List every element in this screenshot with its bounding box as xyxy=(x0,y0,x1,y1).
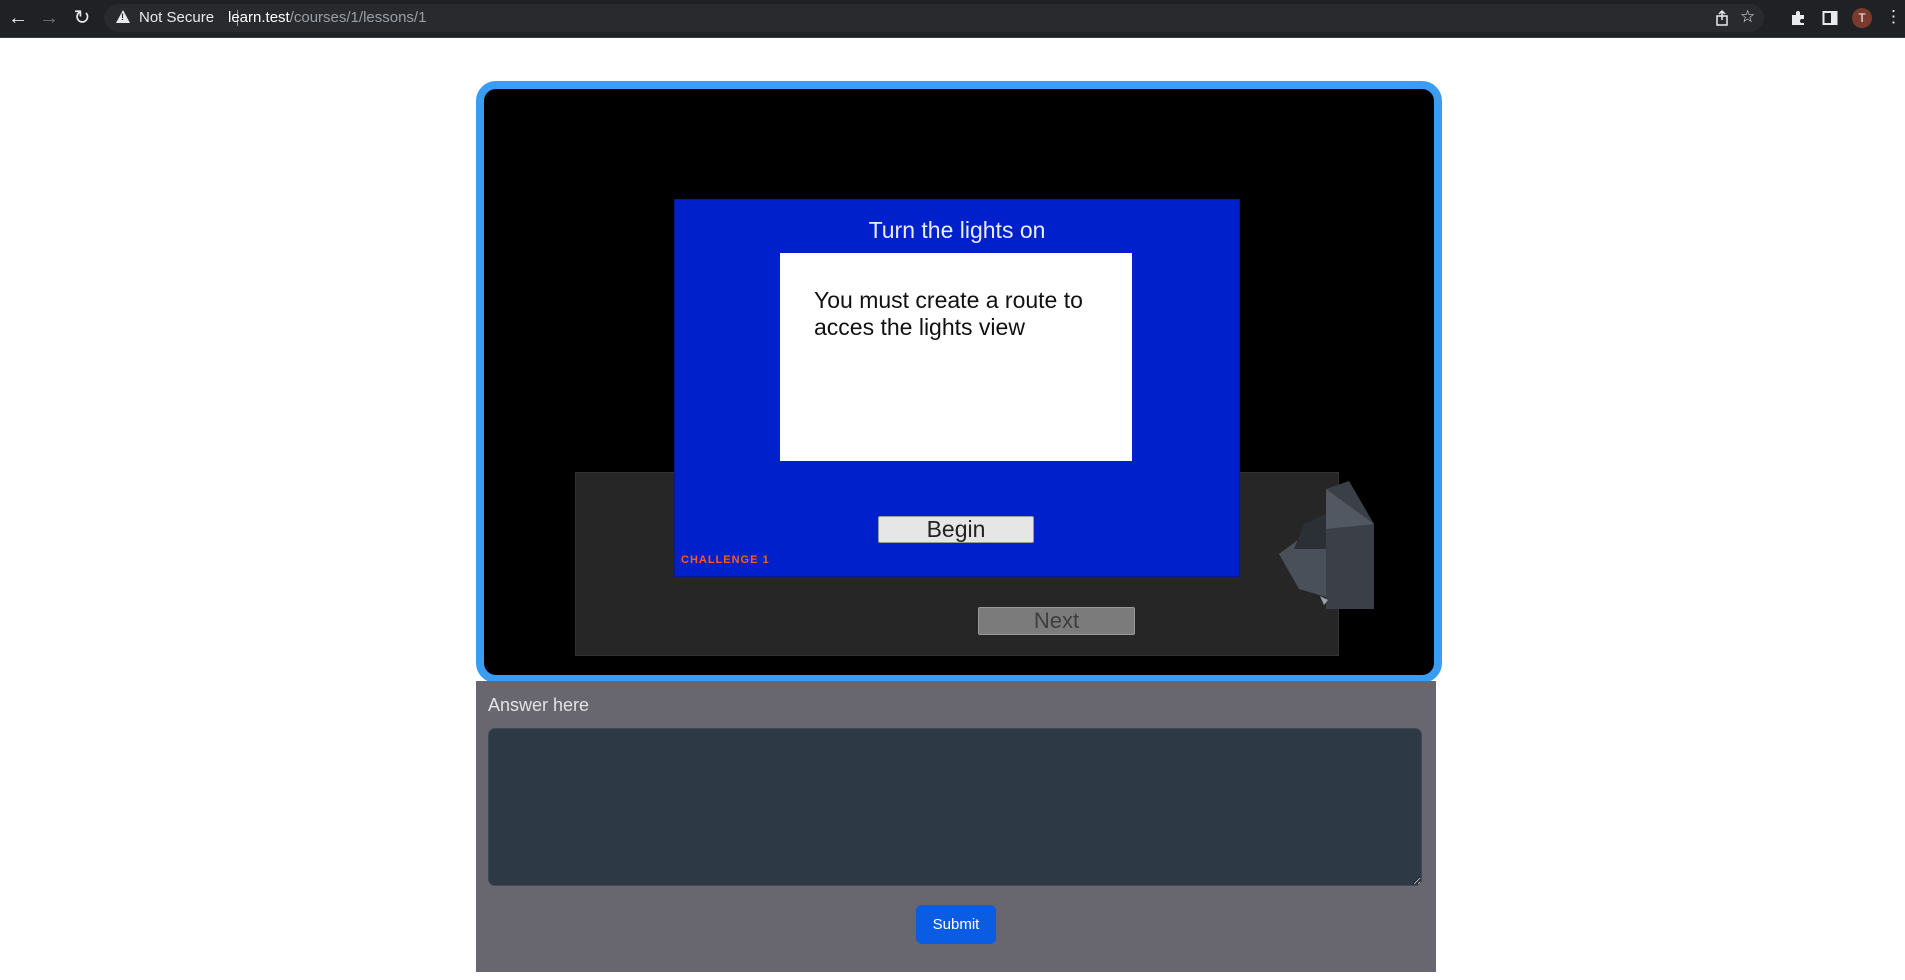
star-icon[interactable]: ☆ xyxy=(1740,6,1755,28)
challenge-label: CHALLENGE 1 xyxy=(681,554,770,566)
profile-avatar[interactable]: T xyxy=(1852,8,1872,28)
share-icon[interactable] xyxy=(1714,10,1730,26)
next-button[interactable]: Next xyxy=(978,607,1135,635)
dialog-text: You must create a route to acces the lig… xyxy=(814,287,1083,340)
url-path: /courses/1/lessons/1 xyxy=(289,9,427,26)
answer-panel: Answer here Submit xyxy=(476,681,1436,972)
challenge-dialog: Turn the lights on You must create a rou… xyxy=(674,199,1240,577)
game-canvas[interactable]: Next Turn the lights on You must create … xyxy=(476,81,1442,683)
submit-button[interactable]: Submit xyxy=(916,905,996,944)
back-icon[interactable]: ← xyxy=(5,5,31,31)
warning-icon xyxy=(116,10,130,23)
forward-icon[interactable]: → xyxy=(36,5,62,31)
extensions-icon[interactable] xyxy=(1790,10,1806,26)
menu-icon[interactable]: ⋮ xyxy=(1885,6,1902,28)
url-host: learn.test xyxy=(228,9,290,26)
answer-label: Answer here xyxy=(488,695,590,715)
url-text[interactable]: learn.test/courses/1/lessons/1 xyxy=(228,9,426,26)
side-panel-icon[interactable] xyxy=(1822,10,1838,26)
dialog-title: Turn the lights on xyxy=(868,217,1046,243)
browser-toolbar: ← → ↻ Not Secure learn.test/courses/1/le… xyxy=(0,0,1905,38)
security-label[interactable]: Not Secure xyxy=(139,9,214,26)
3d-object xyxy=(1279,481,1374,609)
dialog-content-box: You must create a route to acces the lig… xyxy=(780,253,1132,461)
answer-textarea[interactable] xyxy=(488,728,1422,886)
reload-icon[interactable]: ↻ xyxy=(69,5,95,31)
address-bar[interactable]: Not Secure learn.test/courses/1/lessons/… xyxy=(104,4,1764,32)
begin-button[interactable]: Begin xyxy=(878,516,1034,543)
